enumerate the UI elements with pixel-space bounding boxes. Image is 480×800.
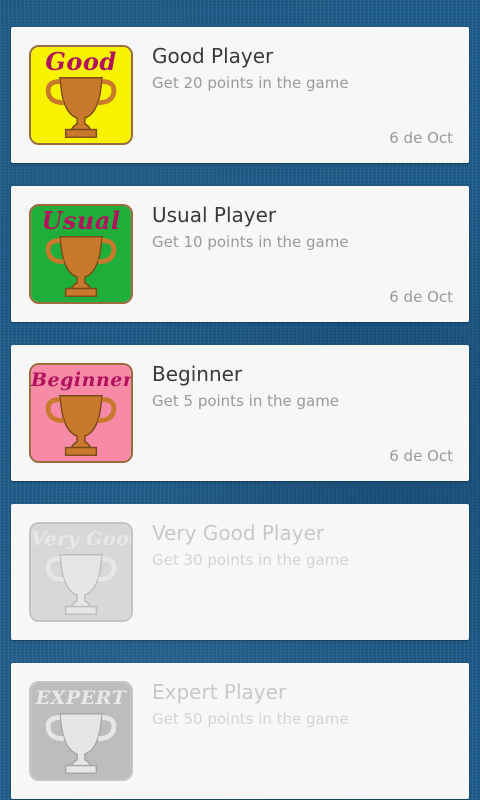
badge-word: Good	[45, 47, 117, 76]
achievement-description: Get 10 points in the game	[152, 233, 349, 251]
achievement-title: Usual Player	[152, 203, 277, 227]
achievement-card-expert-player[interactable]: EXPERT Expert Player Get 50 points in th…	[11, 663, 469, 799]
achievement-date: 6 de Oct	[389, 129, 453, 147]
achievement-title: Very Good Player	[152, 521, 325, 545]
achievement-date: 6 de Oct	[389, 447, 453, 465]
achievement-description: Get 50 points in the game	[152, 710, 349, 728]
achievement-date: 6 de Oct	[389, 288, 453, 306]
achievement-title: Good Player	[152, 44, 274, 68]
achievement-badge: EXPERT	[29, 681, 133, 781]
badge-word: Beginner	[31, 369, 133, 391]
achievement-badge: Usual	[29, 204, 133, 304]
achievement-card-beginner[interactable]: Beginner Beginner Get 5 points in the ga…	[11, 345, 469, 481]
badge-word: Very Good	[31, 528, 133, 550]
achievement-badge: Good	[29, 45, 133, 145]
achievement-description: Get 20 points in the game	[152, 74, 349, 92]
achievement-badge: Very Good	[29, 522, 133, 622]
achievement-title: Expert Player	[152, 680, 287, 704]
achievement-card-very-good-player[interactable]: Very Good Very Good Player Get 30 points…	[11, 504, 469, 640]
achievement-description: Get 30 points in the game	[152, 551, 349, 569]
achievement-card-usual-player[interactable]: Usual Usual Player Get 10 points in the …	[11, 186, 469, 322]
badge-word: Usual	[41, 206, 121, 235]
achievement-description: Get 5 points in the game	[152, 392, 340, 410]
achievement-badge: Beginner	[29, 363, 133, 463]
achievement-card-good-player[interactable]: Good Good Player Get 20 points in the ga…	[11, 27, 469, 163]
badge-word: EXPERT	[35, 687, 127, 709]
achievement-title: Beginner	[152, 362, 243, 386]
